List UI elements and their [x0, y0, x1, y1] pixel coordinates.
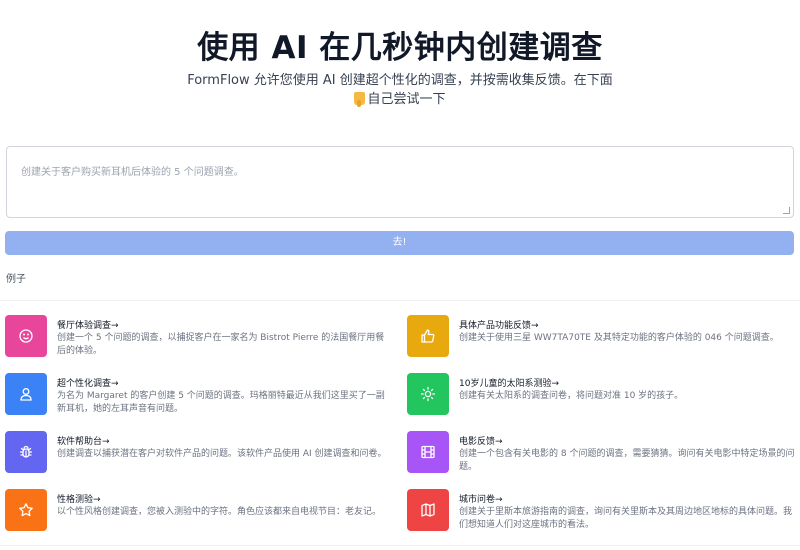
example-desc: 为名为 Margaret 的客户创建 5 个问题的调查。玛格丽特最近从我们这里买…: [57, 391, 385, 414]
bug-icon: [19, 445, 33, 458]
example-tile: [407, 431, 449, 473]
example-title: 软件帮助台→: [57, 437, 110, 447]
page-subtitle: FormFlow 允许您使用 AI 创建超个性化的调查，并按需收集反馈。在下面 …: [150, 71, 650, 109]
pointing-hand-icon: [354, 92, 366, 107]
bottom-divider: [0, 545, 800, 546]
example-desc: 创建一个包含有关电影的 8 个问题的调查，需要猜猜。询问有关电影中特定场景的问题…: [459, 449, 795, 472]
example-desc: 创建关于里斯本旅游指南的调查，询问有关里斯本及其周边地区地标的具体问题。我们想知…: [459, 507, 793, 530]
resize-handle-icon[interactable]: [783, 207, 790, 214]
example-card-restaurant[interactable]: 餐厅体验调查→ 创建一个 5 个问题的调查，以捕捉客户在一家名为 Bistrot…: [5, 315, 395, 359]
example-title: 10岁儿童的太阳系测验→: [459, 379, 559, 389]
example-tile: [407, 373, 449, 415]
map-icon: [421, 503, 435, 517]
smile-icon: [19, 329, 33, 343]
examples-divider: [0, 300, 800, 301]
subtitle-line-1: FormFlow 允许您使用 AI 创建超个性化的调查，并按需收集反馈。在下面: [187, 73, 613, 88]
example-card-personality-quiz[interactable]: 性格测验→ 以个性风格创建调查，您被入测验中的字符。角色应该都来自电视节目：老友…: [5, 489, 395, 533]
prompt-textarea[interactable]: 创建关于客户购买新耳机后体验的 5 个问题调查。: [6, 146, 794, 218]
example-tile: [5, 373, 47, 415]
example-tile: [5, 431, 47, 473]
example-card-movie-feedback[interactable]: 电影反馈→ 创建一个包含有关电影的 8 个问题的调查，需要猜猜。询问有关电影中特…: [407, 431, 797, 475]
example-desc: 以个性风格创建调查，您被入测验中的字符。角色应该都来自电视节目：老友记。: [57, 507, 382, 517]
thumbs-up-icon: [421, 329, 435, 343]
example-title: 城市问卷→: [459, 495, 503, 505]
example-desc: 创建关于使用三星 WW7TA70TE 及其特定功能的客户体验的 046 个问题调…: [459, 333, 779, 343]
star-icon: [19, 503, 33, 517]
film-icon: [421, 445, 435, 459]
example-tile: [407, 489, 449, 531]
example-desc: 创建有关太阳系的调查问卷，将问题对准 10 岁的孩子。: [459, 391, 684, 401]
example-desc: 创建一个 5 个问题的调查，以捕捉客户在一家名为 Bistrot Pierre …: [57, 333, 385, 356]
example-title: 具体产品功能反馈→: [459, 321, 539, 331]
examples-heading: 例子: [6, 274, 26, 285]
example-tile: [5, 315, 47, 357]
example-title: 超个性化调查→: [57, 379, 119, 389]
example-card-helpdesk[interactable]: 软件帮助台→ 创建调查以捕获潜在客户对软件产品的问题。该软件产品使用 AI 创建…: [5, 431, 395, 475]
example-card-solar-quiz[interactable]: 10岁儿童的太阳系测验→ 创建有关太阳系的调查问卷，将问题对准 10 岁的孩子。: [407, 373, 797, 417]
example-card-city-questionnaire[interactable]: 城市问卷→ 创建关于里斯本旅游指南的调查，询问有关里斯本及其周边地区地标的具体问…: [407, 489, 797, 533]
subtitle-line-2: 自己尝试一下: [367, 92, 446, 107]
example-card-product-feedback[interactable]: 具体产品功能反馈→ 创建关于使用三星 WW7TA70TE 及其特定功能的客户体验…: [407, 315, 797, 359]
user-icon: [20, 388, 32, 401]
sun-icon: [420, 386, 436, 402]
example-tile: [5, 489, 47, 531]
go-button[interactable]: 去!: [5, 231, 794, 255]
prompt-placeholder: 创建关于客户购买新耳机后体验的 5 个问题调查。: [21, 167, 244, 178]
example-title: 餐厅体验调查→: [57, 321, 119, 331]
example-tile: [407, 315, 449, 357]
example-desc: 创建调查以捕获潜在客户对软件产品的问题。该软件产品使用 AI 创建调查和问卷。: [57, 449, 387, 459]
example-title: 性格测验→: [57, 495, 101, 505]
example-title: 电影反馈→: [459, 437, 503, 447]
example-card-personalized[interactable]: 超个性化调查→ 为名为 Margaret 的客户创建 5 个问题的调查。玛格丽特…: [5, 373, 395, 417]
page-title: 使用 AI 在几秒钟内创建调查: [197, 30, 603, 66]
